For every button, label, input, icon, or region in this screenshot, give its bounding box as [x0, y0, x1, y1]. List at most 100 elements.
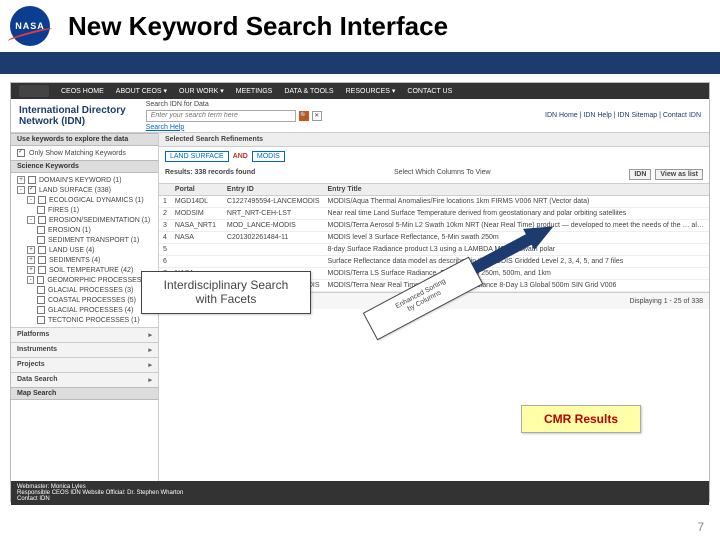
tree-label[interactable]: SEDIMENTS (4) [49, 257, 100, 264]
facet-instruments[interactable]: Instruments [11, 342, 158, 357]
table-cell: Near real time Land Surface Temperature … [324, 208, 709, 220]
title-underbar [0, 52, 720, 74]
nav-contact[interactable]: CONTACT US [407, 88, 452, 95]
table-cell: MOD_LANCE-MODIS [223, 220, 324, 232]
table-cell: 4 [159, 232, 171, 244]
tree-checkbox[interactable] [37, 306, 45, 314]
col-title[interactable]: Entry Title [324, 184, 709, 196]
search-input[interactable] [146, 110, 296, 122]
ceos-logo [19, 85, 49, 97]
table-cell: C1227495594-LANCEMODIS [223, 196, 324, 208]
facet-datasearch[interactable]: Data Search [11, 372, 158, 387]
table-cell: MODIS/Terra Near Real Time (NRT) Surface… [324, 280, 709, 292]
crumb-modis[interactable]: MODIS [252, 151, 285, 162]
tree-label[interactable]: DOMAIN'S KEYWORD (1) [39, 177, 122, 184]
table-cell [223, 256, 324, 268]
tree-checkbox[interactable] [37, 206, 45, 214]
tree-label[interactable]: COASTAL PROCESSES (5) [48, 297, 136, 304]
refinements-band: Selected Search Refinements [159, 133, 709, 147]
tree-checkbox[interactable] [37, 226, 45, 234]
nav-home[interactable]: CEOS HOME [61, 88, 104, 95]
tree-checkbox[interactable] [37, 276, 44, 284]
nav-resources[interactable]: RESOURCES ▾ [346, 87, 396, 95]
tree-label[interactable]: ECOLOGICAL DYNAMICS (1) [49, 197, 144, 204]
idn-title-line1: International Directory [19, 105, 126, 116]
search-label: Search IDN for Data [146, 101, 322, 108]
expand-icon[interactable]: - [27, 276, 34, 284]
col-num[interactable] [159, 184, 171, 196]
crumb-land-surface[interactable]: LAND SURFACE [165, 151, 229, 162]
table-cell: NASA_NRT1 [171, 220, 223, 232]
view-list-button[interactable]: View as list [655, 169, 703, 180]
tree-checkbox[interactable] [37, 316, 45, 324]
tree-checkbox[interactable] [38, 266, 46, 274]
refinement-crumbs: LAND SURFACE AND MODIS [159, 147, 709, 166]
nav-work[interactable]: OUR WORK ▾ [179, 87, 224, 95]
search-icon[interactable]: 🔍 [299, 111, 309, 121]
tree-checkbox[interactable] [38, 216, 46, 224]
tree-checkbox[interactable] [38, 246, 46, 254]
site-footer: Webmaster: Monica Lyles Responsible CEOS… [11, 481, 709, 505]
expand-icon[interactable]: - [17, 186, 25, 194]
tree-checkbox[interactable] [38, 196, 46, 204]
tree-checkbox[interactable] [37, 286, 45, 294]
expand-icon[interactable]: + [27, 256, 35, 264]
expand-icon[interactable]: + [27, 246, 35, 254]
crumb-and: AND [233, 153, 248, 160]
table-cell: C201302261484-11 [223, 232, 324, 244]
tree-label[interactable]: EROSION (1) [48, 227, 91, 234]
table-row[interactable]: 1MGD14DLC1227495594-LANCEMODISMODIS/Aqua… [159, 196, 709, 208]
map-search-band[interactable]: Map Search [11, 387, 158, 400]
idn-utility-links[interactable]: IDN Home | IDN Help | IDN Sitemap | Cont… [545, 112, 701, 119]
tree-label[interactable]: GLACIAL PROCESSES (4) [48, 307, 133, 314]
tree-label[interactable]: LAND USE (4) [49, 247, 95, 254]
expand-icon[interactable]: - [27, 196, 35, 204]
tree-label[interactable]: FIRES (1) [48, 207, 79, 214]
table-row[interactable]: 2MODSIMNRT_NRT-CEH-LSTNear real time Lan… [159, 208, 709, 220]
title-band: NASA New Keyword Search Interface [0, 0, 720, 56]
table-cell: MODSIM [171, 208, 223, 220]
table-row[interactable]: 58-day Surface Radiance product L3 using… [159, 244, 709, 256]
science-keywords-band: Science Keywords [11, 160, 158, 173]
expand-icon[interactable]: + [17, 176, 25, 184]
tree-label[interactable]: GLACIAL PROCESSES (3) [48, 287, 133, 294]
only-matching-label: Only Show Matching Keywords [29, 150, 126, 157]
tree-label[interactable]: SEDIMENT TRANSPORT (1) [48, 237, 139, 244]
select-columns-label: Select Which Columns To View [394, 169, 491, 180]
footer-contact[interactable]: Contact IDN [17, 496, 703, 502]
col-entryid[interactable]: Entry ID [223, 184, 324, 196]
table-cell: MODIS/Aqua Thermal Anomalies/Fire locati… [324, 196, 709, 208]
table-cell [171, 256, 223, 268]
col-portal[interactable]: Portal [171, 184, 223, 196]
clear-search-icon[interactable]: ✕ [312, 111, 322, 121]
tree-label[interactable]: LAND SURFACE (338) [39, 187, 111, 194]
keywords-band: Use keywords to explore the data [11, 133, 158, 146]
nav-about[interactable]: ABOUT CEOS ▾ [116, 87, 167, 95]
table-row[interactable]: 4NASAC201302261484-11MODIS level 3 Surfa… [159, 232, 709, 244]
table-row[interactable]: 3NASA_NRT1MOD_LANCE-MODISMODIS/Terra Aer… [159, 220, 709, 232]
nav-data[interactable]: DATA & TOOLS [284, 88, 333, 95]
idn-header: International Directory Network (IDN) Se… [11, 99, 709, 133]
facet-platforms[interactable]: Platforms [11, 327, 158, 342]
only-matching-checkbox[interactable] [17, 149, 25, 157]
tree-checkbox[interactable] [37, 296, 45, 304]
facet-projects[interactable]: Projects [11, 357, 158, 372]
tree-label[interactable]: SOIL TEMPERATURE (42) [49, 267, 133, 274]
idn-source-button[interactable]: IDN [629, 169, 651, 180]
tree-checkbox[interactable] [28, 176, 36, 184]
search-help-link[interactable]: Search Help [146, 124, 322, 131]
tree-label[interactable]: TECTONIC PROCESSES (1) [48, 317, 140, 324]
tree-checkbox[interactable] [38, 256, 46, 264]
table-row[interactable]: 6Surface Reflectance data model as descr… [159, 256, 709, 268]
tree-checkbox[interactable] [28, 186, 36, 194]
table-cell: NASA [171, 232, 223, 244]
nav-meetings[interactable]: MEETINGS [236, 88, 273, 95]
tree-label[interactable]: GEOMORPHIC PROCESSES (5) [47, 277, 152, 284]
table-cell: NRT_NRT-CEH-LST [223, 208, 324, 220]
expand-icon[interactable]: + [27, 266, 35, 274]
tree-label[interactable]: EROSION/SEDIMENTATION (1) [49, 217, 150, 224]
idn-title-line2: Network (IDN) [19, 116, 126, 127]
expand-icon[interactable]: - [27, 216, 35, 224]
tree-checkbox[interactable] [37, 236, 45, 244]
nasa-logo: NASA [10, 6, 50, 46]
